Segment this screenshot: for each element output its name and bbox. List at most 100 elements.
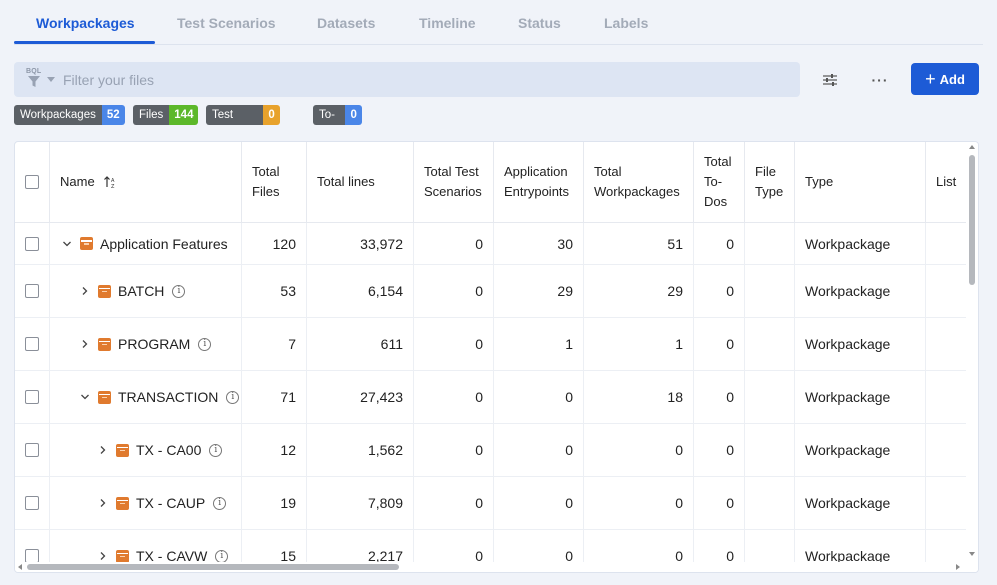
package-icon bbox=[116, 496, 129, 510]
total-todos-cell: 0 bbox=[694, 223, 745, 265]
filter-bar[interactable]: BQL Filter your files bbox=[14, 62, 800, 97]
row-checkbox[interactable] bbox=[25, 549, 39, 563]
total-files-cell: 12 bbox=[242, 424, 307, 477]
application-entrypoints-cell: 0 bbox=[494, 371, 584, 424]
row-name[interactable]: BATCH bbox=[118, 283, 164, 299]
info-icon[interactable]: i bbox=[209, 443, 223, 457]
badge-files[interactable]: Files 144 bbox=[133, 105, 199, 125]
tab-timeline[interactable]: Timeline bbox=[419, 15, 476, 31]
header-application-entrypoints[interactable]: Application Entrypoints bbox=[494, 142, 584, 223]
total-workpackages-cell: 0 bbox=[584, 424, 694, 477]
scroll-up-icon[interactable] bbox=[969, 145, 975, 149]
total-files-cell: 71 bbox=[242, 371, 307, 424]
row-checkbox[interactable] bbox=[25, 337, 39, 351]
row-name[interactable]: TRANSACTION bbox=[118, 389, 218, 405]
chevron-right-icon[interactable] bbox=[76, 286, 94, 296]
row-checkbox[interactable] bbox=[25, 496, 39, 510]
tab-labels[interactable]: Labels bbox=[604, 15, 648, 31]
info-icon[interactable]: i bbox=[172, 284, 186, 298]
type-cell: Workpackage bbox=[795, 477, 926, 530]
scroll-left-icon[interactable] bbox=[18, 564, 22, 570]
badge-todos[interactable]: To-Dos 0 bbox=[313, 105, 362, 125]
header-total-lines[interactable]: Total lines bbox=[307, 142, 414, 223]
chevron-down-icon[interactable] bbox=[58, 239, 76, 249]
row-checkbox[interactable] bbox=[25, 443, 39, 457]
chevron-right-icon[interactable] bbox=[94, 445, 112, 455]
info-icon[interactable]: i bbox=[215, 549, 229, 563]
total-todos-cell: 0 bbox=[694, 371, 745, 424]
add-button[interactable]: + Add bbox=[911, 63, 979, 95]
package-icon bbox=[116, 549, 129, 563]
row-name[interactable]: TX - CAUP bbox=[136, 495, 205, 511]
sliders-icon[interactable] bbox=[816, 68, 844, 92]
header-total-files[interactable]: Total Files bbox=[242, 142, 307, 223]
total-lines-cell: 27,423 bbox=[307, 371, 414, 424]
search-input[interactable]: Filter your files bbox=[63, 72, 154, 88]
total-lines-cell: 33,972 bbox=[307, 223, 414, 265]
row-name[interactable]: TX - CA00 bbox=[136, 442, 201, 458]
horizontal-scrollbar[interactable] bbox=[15, 562, 968, 572]
badge-label: Files bbox=[133, 105, 170, 125]
header-total-test-scenarios[interactable]: Total Test Scenarios bbox=[414, 142, 494, 223]
file-type-cell bbox=[745, 223, 795, 265]
chevron-down-icon[interactable] bbox=[76, 392, 94, 402]
header-total-todos[interactable]: Total To-Dos bbox=[694, 142, 745, 223]
application-entrypoints-cell: 29 bbox=[494, 265, 584, 318]
vertical-scrollbar[interactable] bbox=[966, 142, 978, 572]
total-test-scenarios-cell: 0 bbox=[414, 477, 494, 530]
scrollbar-thumb[interactable] bbox=[27, 564, 399, 570]
more-icon[interactable]: ··· bbox=[866, 68, 894, 92]
header-name[interactable]: Name A Z bbox=[50, 142, 242, 223]
application-entrypoints-cell: 0 bbox=[494, 424, 584, 477]
row-select-cell bbox=[15, 265, 50, 318]
info-icon[interactable]: i bbox=[226, 390, 240, 404]
row-select-cell bbox=[15, 371, 50, 424]
application-entrypoints-cell: 0 bbox=[494, 477, 584, 530]
tab-status[interactable]: Status bbox=[518, 15, 561, 31]
row-name[interactable]: PROGRAM bbox=[118, 336, 190, 352]
total-test-scenarios-cell: 0 bbox=[414, 223, 494, 265]
row-checkbox[interactable] bbox=[25, 236, 39, 251]
info-icon[interactable]: i bbox=[213, 496, 227, 510]
header-select-all bbox=[15, 142, 50, 223]
total-test-scenarios-cell: 0 bbox=[414, 318, 494, 371]
add-button-label: Add bbox=[939, 71, 965, 87]
select-all-checkbox[interactable] bbox=[25, 175, 39, 189]
row-checkbox[interactable] bbox=[25, 284, 39, 298]
tab-datasets[interactable]: Datasets bbox=[317, 15, 375, 31]
total-workpackages-cell: 1 bbox=[584, 318, 694, 371]
scrollbar-thumb[interactable] bbox=[969, 155, 975, 285]
chevron-right-icon[interactable] bbox=[76, 339, 94, 349]
badge-count: 0 bbox=[263, 105, 280, 125]
badge-label: Test Scenario bbox=[206, 105, 264, 125]
total-files-cell: 120 bbox=[242, 223, 307, 265]
row-select-cell bbox=[15, 223, 50, 265]
scroll-right-icon[interactable] bbox=[956, 564, 960, 570]
bql-filter-icon[interactable]: BQL bbox=[26, 68, 46, 90]
chevron-right-icon[interactable] bbox=[94, 551, 112, 561]
badge-test-scenario[interactable]: Test Scenario 0 bbox=[206, 105, 280, 125]
header-type[interactable]: Type bbox=[795, 142, 926, 223]
scroll-down-icon[interactable] bbox=[969, 552, 975, 556]
badge-workpackages[interactable]: Workpackages 52 bbox=[14, 105, 125, 125]
tab-test-scenarios[interactable]: Test Scenarios bbox=[177, 15, 276, 31]
total-lines-cell: 6,154 bbox=[307, 265, 414, 318]
chevron-down-icon[interactable] bbox=[47, 77, 55, 82]
chevron-right-icon[interactable] bbox=[94, 498, 112, 508]
name-cell: TX - CA00 i bbox=[50, 424, 242, 477]
total-todos-cell: 0 bbox=[694, 265, 745, 318]
total-files-cell: 19 bbox=[242, 477, 307, 530]
sort-icon[interactable]: A Z bbox=[103, 175, 117, 189]
total-lines-cell: 611 bbox=[307, 318, 414, 371]
total-test-scenarios-cell: 0 bbox=[414, 424, 494, 477]
file-type-cell bbox=[745, 477, 795, 530]
type-cell: Workpackage bbox=[795, 223, 926, 265]
header-file-type[interactable]: File Type bbox=[745, 142, 795, 223]
application-entrypoints-cell: 30 bbox=[494, 223, 584, 265]
tab-workpackages[interactable]: Workpackages bbox=[36, 15, 135, 31]
row-name[interactable]: Application Features bbox=[100, 236, 228, 252]
total-files-cell: 7 bbox=[242, 318, 307, 371]
info-icon[interactable]: i bbox=[198, 337, 212, 351]
header-total-workpackages[interactable]: Total Workpackages bbox=[584, 142, 694, 223]
row-checkbox[interactable] bbox=[25, 390, 39, 404]
